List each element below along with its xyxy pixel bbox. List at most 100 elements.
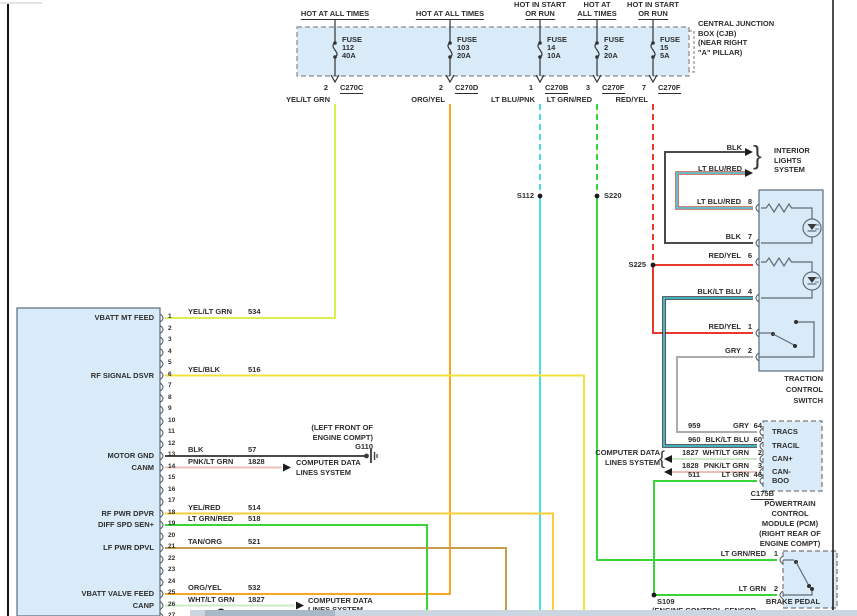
offpage-arrow-can-plus-icon	[664, 455, 672, 463]
abs-module-pins-number-4: 4	[168, 347, 172, 355]
abs-module-pins-number-26: 26	[168, 600, 176, 608]
fuse-connector-0[interactable]: C270C	[340, 84, 364, 94]
horizontal-scrollbar-thumb[interactable]	[205, 610, 335, 616]
fuse-header-2-1: OR RUN	[525, 9, 555, 20]
cdl-pcm-2: LINES SYSTEM	[604, 458, 660, 467]
mod-row6-name: YEL/BLK	[188, 364, 221, 374]
sw-pin6-num: 6	[747, 251, 752, 260]
cdl-pcm-brace: {	[659, 448, 666, 468]
mod-pin26-name: CANP	[132, 600, 154, 610]
wiring-diagram-page: CENTRAL JUNCTION BOX (CJB) (NEAR RIGHT "A" …	[0, 0, 857, 616]
sw-pin7-num: 7	[747, 232, 752, 241]
g110-label-2: ENGINE COMPT)	[312, 432, 373, 442]
mod-pin1-name: VBATT MT FEED	[94, 313, 154, 322]
fuse-header-1-0: HOT AT ALL TIMES	[415, 9, 485, 20]
mod-row25-name: ORG/YEL	[188, 583, 222, 592]
offpage-arrow-interior-blk-icon	[745, 148, 753, 156]
sw-pin2-name: GRY	[725, 346, 741, 355]
pcm-row3-name: WHT/LT GRN	[702, 448, 749, 457]
sw-pin6-name: RED/YEL	[708, 251, 741, 260]
abs-module-pins-number-13: 13	[168, 451, 176, 458]
pcm-label-3: MODULE (PCM)	[761, 519, 819, 528]
abs-module-pins-number-14: 14	[168, 462, 176, 470]
pcm-pin-canp: CAN+	[772, 454, 793, 463]
abs-module-pins-number-3: 3	[168, 336, 172, 343]
fuse-header-0-0: HOT AT ALL TIMES	[300, 9, 370, 20]
sw-pin8-num: 8	[747, 197, 752, 206]
pcm-label-4: (RIGHT REAR OF	[759, 529, 821, 538]
interior-sys-1: INTERIOR	[774, 146, 810, 155]
sw-pin4-name: BLK/LT BLU	[697, 287, 741, 296]
fuse-connector-4[interactable]: C270F	[658, 84, 681, 94]
mod-row13-name: BLK	[188, 445, 204, 454]
pcm-label-1: POWERTRAIN	[764, 499, 816, 508]
fuse-pin-2: 1	[528, 83, 533, 92]
cdl-canp-1: COMPUTER DATA	[308, 596, 373, 605]
fuse-pin-1: 2	[438, 83, 443, 92]
abs-module-pins-number-7: 7	[168, 382, 172, 389]
splice-s225	[650, 262, 656, 268]
abs-module-pins-number-9: 9	[168, 405, 172, 412]
fuse-header-4-0: HOT IN START	[627, 0, 679, 9]
fuse-connector-2[interactable]: C270B	[545, 84, 569, 94]
abs-module-pins-number-1: 1	[168, 313, 172, 320]
mod-pin6-name: RF SIGNAL DSVR	[90, 370, 154, 380]
abs-module-pins-number-17: 17	[168, 497, 176, 504]
abs-module-pins-number-6: 6	[168, 370, 172, 378]
pcm-row4-pin: 3	[757, 461, 762, 470]
brake-label: BRAKE PEDAL	[765, 597, 821, 606]
cdl-pcm-1: COMPUTER DATA	[595, 448, 660, 457]
pcm-row5-circ: 511	[688, 470, 701, 479]
pcm-pin-canm: CAN-	[772, 467, 791, 476]
abs-module-pins-number-18: 18	[168, 508, 176, 516]
mod-row19-name: LT GRN/RED	[188, 514, 234, 523]
abs-module-pins-number-21: 21	[168, 543, 176, 550]
pcm-row4-circ: 1828	[682, 461, 699, 470]
cjb-bracket	[689, 30, 695, 73]
cjb-label-2: BOX (CJB)	[698, 28, 737, 38]
interior-sys-2: LIGHTS	[774, 155, 802, 165]
fuse-amp-2: 10A	[547, 51, 561, 60]
fuse-header-2-0: HOT IN START	[514, 0, 566, 9]
offpage-arrow-can-minus-icon	[664, 468, 672, 476]
sw-pin1-num: 1	[747, 322, 752, 331]
fuse-pin-4: 7	[641, 83, 646, 92]
sw-pin7-name: BLK	[725, 232, 741, 241]
pcm-row1-circ: 959	[688, 421, 701, 430]
wire-lt-grn-511-boo	[653, 480, 757, 595]
interior-wire-ltblured: LT BLU/RED	[697, 164, 742, 173]
fuse-amp-0: 40A	[342, 51, 356, 60]
horizontal-scrollbar-track[interactable]	[190, 610, 857, 616]
cjb-label-1: CENTRAL JUNCTION	[698, 19, 775, 28]
fuse-wire-color-2: LT BLU/PNK	[490, 95, 535, 104]
mod-row13-circ: 57	[248, 445, 257, 454]
sw-pin4-num: 4	[747, 287, 752, 296]
mod-row18-circ: 514	[248, 502, 261, 512]
fuse-connector-3[interactable]: C270F	[602, 84, 625, 94]
fuse-wire-color-3: LT GRN/RED	[546, 95, 592, 104]
pcm-row2-pin: 60	[753, 435, 762, 444]
fuse-amp-3: 20A	[604, 51, 618, 60]
fuse-connector-1[interactable]: C270D	[455, 84, 479, 94]
offpage-arrow-canp-icon	[296, 601, 304, 610]
mod-row19-circ: 518	[248, 514, 261, 523]
cjb-label-4: "A" PILLAR)	[698, 47, 743, 57]
cdl-canm-1: COMPUTER DATA	[296, 458, 361, 467]
wire-yel-lt-grn-534	[165, 104, 336, 319]
brake-pin2-num: 2	[773, 584, 778, 593]
abs-module-pins-number-25: 25	[168, 589, 176, 596]
mod-pin13-name: MOTOR GND	[107, 451, 154, 460]
brake-pin2-name: LT GRN	[738, 584, 766, 593]
sw-label-1: TRACTION	[784, 374, 823, 383]
wire-layer	[165, 104, 777, 612]
splice-label-s112: S112	[516, 191, 534, 200]
sw-pin2-num: 2	[747, 346, 752, 355]
abs-module-pins-number-12: 12	[168, 439, 176, 447]
splice-label-s225: S225	[628, 260, 646, 269]
fuse-wire-color-4: RED/YEL	[615, 95, 648, 104]
splice-s109	[651, 592, 657, 598]
pcm-row3-pin: 2	[757, 448, 762, 457]
interior-brace: }	[753, 140, 762, 170]
splice-label-s220: S220	[604, 191, 622, 200]
offpage-arrow-interior-ltblured-icon	[745, 169, 753, 177]
